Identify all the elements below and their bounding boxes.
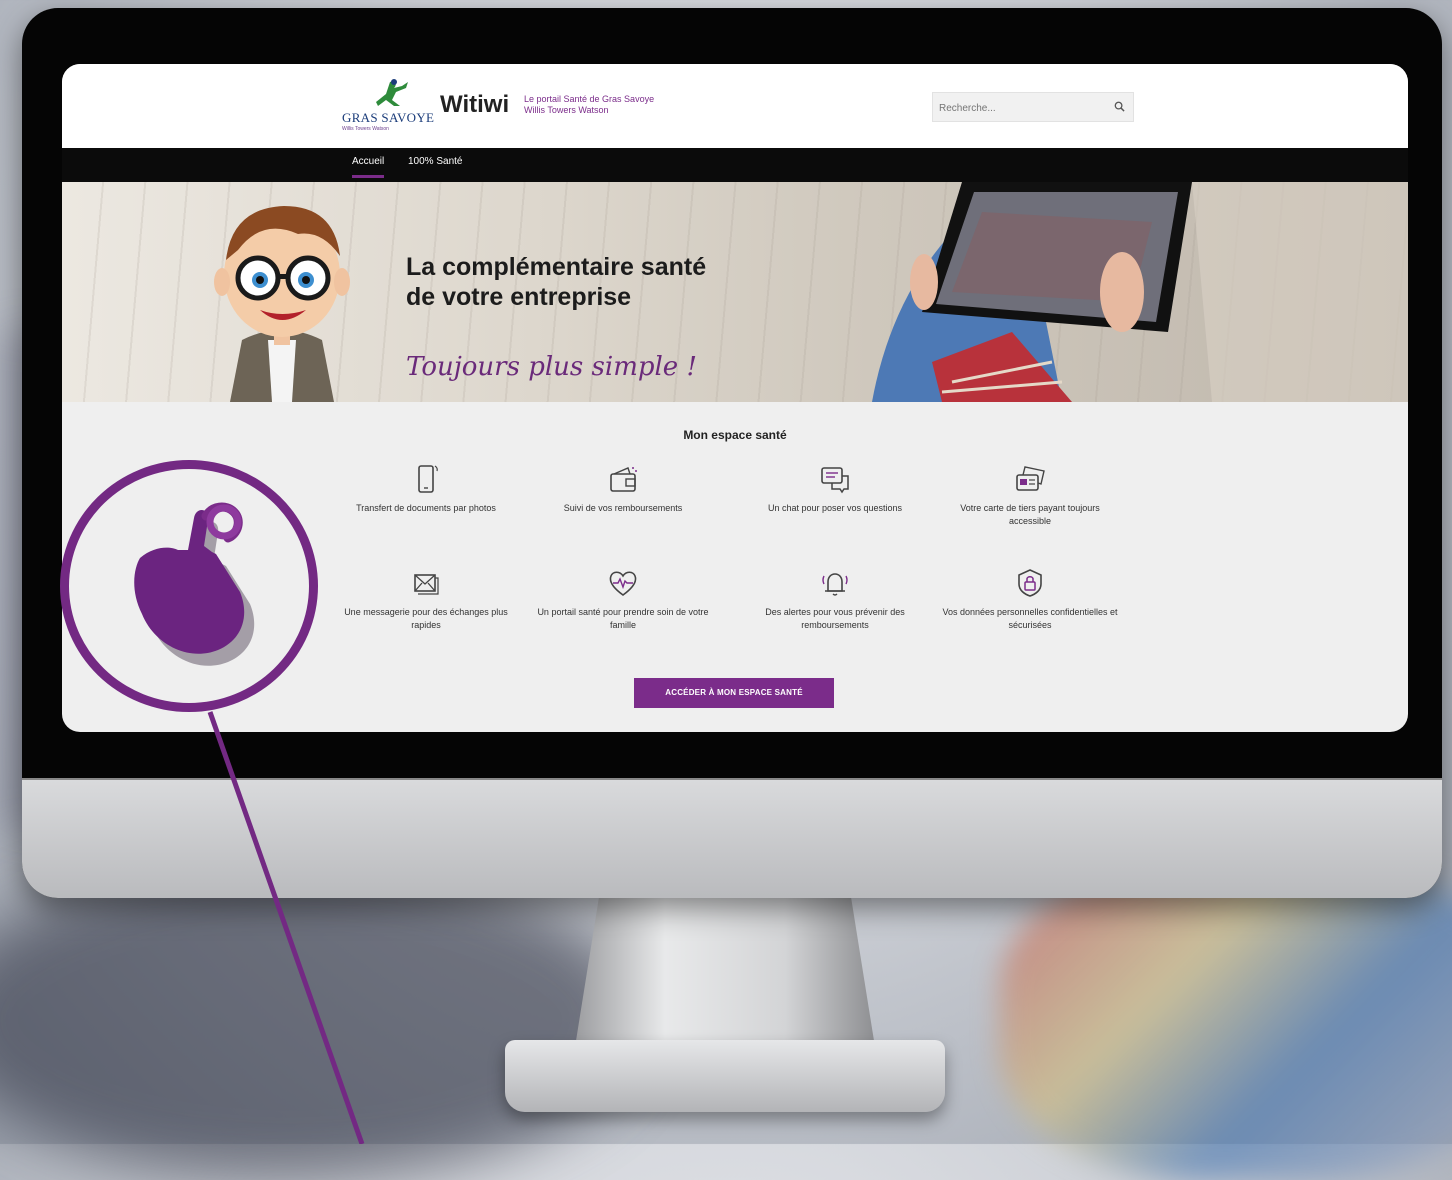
- runner-logo-icon: [376, 79, 408, 106]
- hero-title-line: La complémentaire santé: [406, 253, 707, 281]
- feature-portail[interactable]: Un portail santé pour prendre soin de vo…: [533, 566, 713, 632]
- monitor-chin: [22, 778, 1442, 898]
- mascot-character: [214, 206, 350, 402]
- access-espace-sante-button[interactable]: ACCÉDER À MON ESPACE SANTÉ: [634, 678, 834, 708]
- bell-icon: [822, 573, 848, 596]
- main-nav: Accueil 100% Santé: [62, 148, 1408, 182]
- feature-carte[interactable]: Votre carte de tiers payant toujours acc…: [940, 462, 1120, 528]
- feature-label: Vos données personnelles confidentielles…: [942, 607, 1118, 630]
- card-icon: [1016, 466, 1045, 491]
- hero-banner: La complémentaire santé de votre entrepr…: [62, 182, 1408, 402]
- feature-chat[interactable]: Un chat pour poser vos questions: [745, 462, 925, 515]
- phone-icon: [418, 465, 438, 493]
- search-icon[interactable]: [1114, 101, 1125, 112]
- feature-label: Un chat pour poser vos questions: [767, 503, 903, 513]
- feature-label: Un portail santé pour prendre soin de vo…: [537, 607, 709, 630]
- feature-label: Des alertes pour vous prévenir des rembo…: [765, 607, 905, 630]
- feature-label: Suivi de vos remboursements: [563, 503, 683, 513]
- feature-label: Votre carte de tiers payant toujours acc…: [960, 503, 1100, 526]
- feature-remboursements[interactable]: Suivi de vos remboursements: [533, 462, 713, 515]
- lock-shield-icon: [1018, 569, 1042, 597]
- mail-icon: [414, 574, 439, 595]
- tagline-line: Le portail Santé de Gras Savoye: [524, 94, 655, 104]
- touch-hand-icon: [134, 502, 255, 666]
- nav-item-100-sante[interactable]: 100% Santé: [408, 156, 463, 175]
- monitor-base: [505, 1040, 945, 1112]
- feature-documents[interactable]: Transfert de documents par photos: [336, 462, 516, 515]
- brand-name[interactable]: Witiwi: [440, 91, 509, 119]
- brand-tagline: Le portail Santé de Gras Savoye Willis T…: [524, 94, 684, 116]
- nav-item-accueil[interactable]: Accueil: [352, 156, 385, 178]
- feature-messagerie[interactable]: Une messagerie pour des échanges plus ra…: [336, 566, 516, 632]
- site-header: GRAS SAVOYE Willis Towers Watson Witiwi …: [62, 64, 1408, 148]
- hero-title-line: de votre entreprise: [406, 283, 632, 311]
- logo-text: GRAS SAVOYE: [342, 110, 435, 125]
- tagline-line: Willis Towers Watson: [524, 105, 609, 115]
- hero-title: La complémentaire santé de votre entrepr…: [406, 252, 806, 312]
- hero-slogan: Toujours plus simple !: [406, 352, 697, 382]
- hero-photo: [872, 182, 1408, 402]
- chat-icon: [821, 467, 849, 494]
- section-title: Mon espace santé: [683, 428, 787, 442]
- logo-subtext: Willis Towers Watson: [342, 126, 389, 132]
- search-box: [932, 92, 1134, 123]
- search-input[interactable]: [933, 93, 1101, 123]
- feature-alertes[interactable]: Des alertes pour vous prévenir des rembo…: [745, 566, 925, 632]
- background-shape: [1000, 860, 1452, 1180]
- gras-savoye-logo[interactable]: GRAS SAVOYE Willis Towers Watson: [342, 78, 434, 138]
- background-shape: [0, 860, 640, 1180]
- wallet-icon: [610, 467, 637, 492]
- heart-icon: [609, 571, 637, 596]
- monitor-stand: [575, 897, 875, 1047]
- feature-donnees[interactable]: Vos données personnelles confidentielles…: [940, 566, 1120, 632]
- feature-label: Transfert de documents par photos: [356, 503, 496, 513]
- feature-label: Une messagerie pour des échanges plus ra…: [344, 607, 508, 630]
